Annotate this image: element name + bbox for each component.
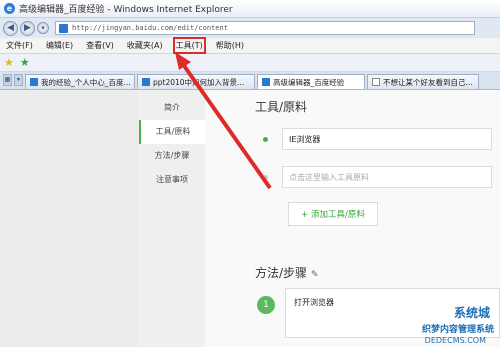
menu-tools[interactable]: 工具(T): [172, 37, 206, 54]
page-icon: [142, 78, 150, 86]
recent-pages-chevron-down-icon[interactable]: ▾: [37, 22, 49, 34]
tab-label: 不想让某个好友看到自己...: [383, 77, 473, 87]
quick-tabs-icon[interactable]: ▦: [3, 74, 12, 86]
ie-logo-icon: e: [4, 3, 15, 14]
add-favorites-icon[interactable]: ★: [20, 56, 30, 69]
page-icon: [262, 78, 270, 86]
tool-item-row: IE浏览器: [263, 128, 492, 150]
watermark-logo: 系统城: [453, 306, 490, 320]
menu-bar: 文件(F) 编辑(E) 查看(V) 收藏夹(A) 工具(T) 帮助(H): [0, 37, 500, 54]
tab-my-experience[interactable]: 我的经验_个人中心_百度...: [25, 74, 135, 89]
tool-new-row: 点击这里输入工具原料: [263, 166, 492, 188]
favorites-bar: ★ ★: [0, 54, 500, 72]
address-url: http://jingyan.baidu.com/edit/content: [72, 24, 228, 32]
bullet-dot: [263, 136, 268, 142]
window-title: 高级编辑器_百度经验 - Windows Internet Explorer: [19, 5, 233, 15]
favorites-star-icon[interactable]: ★: [4, 56, 14, 69]
steps-section-title: 方法/步骤 ✎: [255, 264, 319, 281]
page-icon: [30, 78, 38, 86]
left-gutter: [0, 90, 138, 347]
address-bar[interactable]: http://jingyan.baidu.com/edit/content: [55, 21, 475, 35]
menu-favorites[interactable]: 收藏夹(A): [127, 40, 163, 51]
tool-item-input[interactable]: IE浏览器: [282, 128, 492, 150]
document-icon: [372, 78, 380, 86]
tab-label: ppt2010中如何加入背景...: [153, 77, 245, 87]
add-tool-button[interactable]: + 添加工具/原料: [288, 202, 378, 226]
tab-label: 高级编辑器_百度经验: [273, 77, 345, 87]
step-text: 打开浏览器: [294, 298, 334, 307]
watermark-domain: DEDECMS.COM: [424, 336, 486, 345]
page-content: 简介 工具/原料 方法/步骤 注意事项 工具/原料 IE浏览器 点击这里输入工具…: [0, 90, 500, 347]
forward-button[interactable]: ▶: [20, 20, 35, 36]
tab-friend-privacy[interactable]: 不想让某个好友看到自己...: [367, 74, 479, 89]
tab-ppt2010[interactable]: ppt2010中如何加入背景...: [137, 74, 255, 89]
sidenav-item-tools[interactable]: 工具/原料: [139, 120, 205, 144]
tab-bar: ▦ ▾ 我的经验_个人中心_百度... ppt2010中如何加入背景... 高级…: [0, 72, 500, 90]
editor-sidenav: 简介 工具/原料 方法/步骤 注意事项: [139, 96, 205, 192]
tab-advanced-editor[interactable]: 高级编辑器_百度经验: [257, 74, 365, 89]
menu-file[interactable]: 文件(F): [6, 40, 33, 51]
tab-list-chevron-down-icon[interactable]: ▾: [14, 74, 23, 86]
sidenav-item-intro[interactable]: 简介: [139, 96, 205, 120]
title-bar: e 高级编辑器_百度经验 - Windows Internet Explorer: [0, 0, 500, 18]
pencil-icon[interactable]: ✎: [311, 270, 319, 280]
tools-section-title: 工具/原料: [255, 100, 308, 114]
menu-edit[interactable]: 编辑(E): [46, 40, 73, 51]
watermark-text: 织梦内容管理系统: [421, 325, 494, 335]
step-number: 1: [257, 296, 275, 314]
back-button[interactable]: ◀: [3, 20, 18, 36]
sidenav-item-steps[interactable]: 方法/步骤: [139, 144, 205, 168]
menu-help[interactable]: 帮助(H): [216, 40, 244, 51]
tool-new-input[interactable]: 点击这里输入工具原料: [282, 166, 492, 188]
tab-label: 我的经验_个人中心_百度...: [41, 77, 131, 87]
editor-main: 工具/原料 IE浏览器 点击这里输入工具原料 + 添加工具/原料 方法/步骤 ✎ …: [205, 90, 500, 347]
steps-title-text: 方法/步骤: [255, 266, 308, 280]
bullet-dot: [263, 174, 268, 180]
sidenav-item-notes[interactable]: 注意事项: [139, 168, 205, 192]
page-icon: [59, 23, 68, 33]
navigation-row: ◀ ▶ ▾ http://jingyan.baidu.com/edit/cont…: [0, 18, 500, 38]
menu-view[interactable]: 查看(V): [86, 40, 114, 51]
